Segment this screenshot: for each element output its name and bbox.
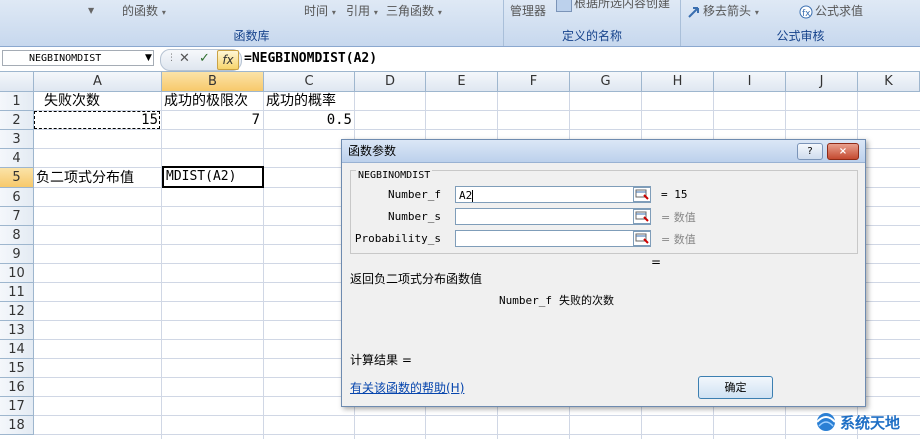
ribbon-button-evaluate-formula[interactable]: fx 公式求值: [799, 2, 863, 19]
cell-c2[interactable]: 0.5: [264, 111, 352, 130]
arg-input-number-s[interactable]: [455, 208, 651, 225]
row-header-4[interactable]: 4: [0, 149, 34, 168]
grip-icon: ⋮: [167, 53, 176, 63]
cell-b2[interactable]: 7: [162, 111, 260, 130]
column-header-i[interactable]: I: [714, 72, 786, 92]
gridline: [263, 92, 264, 439]
argument-help: Number_f 失败的次数: [499, 294, 614, 307]
row-header-15[interactable]: 15: [0, 359, 34, 378]
chevron-down-icon[interactable]: ▼: [88, 2, 94, 16]
watermark-text: 系统天地: [840, 414, 901, 432]
ribbon-group-defined-names: 管理器 根据所选内容创建 定义的名称: [504, 0, 681, 46]
row-header-1[interactable]: 1: [0, 92, 34, 111]
cell-b5-active[interactable]: MDIST(A2): [162, 166, 264, 188]
function-arguments-dialog: 函数参数 ? × NEGBINOMDIST Number_f A2 = 15 N…: [341, 139, 866, 407]
formula-bar: NEGBINOMDIST ▼ ⋮ ✕ ✓ fx =NEGBINOMDIST(A2…: [0, 47, 920, 72]
row-header-11[interactable]: 11: [0, 283, 34, 302]
ribbon-group-function-library: ▼ 的函数 ▾ 时间 ▾ 引用 ▾ 三角函数 ▾ 函数库: [0, 0, 504, 46]
ok-button[interactable]: 确定: [698, 376, 773, 399]
arg-result-probability-s: = 数值: [661, 233, 696, 246]
ribbon-group-caption: 函数库: [233, 29, 270, 43]
formula-input[interactable]: =NEGBINOMDIST(A2): [244, 50, 920, 68]
row-header-6[interactable]: 6: [0, 188, 34, 207]
column-header-k[interactable]: K: [858, 72, 920, 92]
cell-c1[interactable]: 成功的概率: [266, 92, 366, 111]
column-header-a[interactable]: A: [34, 72, 162, 92]
column-header-h[interactable]: H: [642, 72, 714, 92]
ribbon-button-remove-arrows[interactable]: 移去箭头 ▾: [687, 2, 759, 19]
ribbon-button-create-from-selection[interactable]: 根据所选内容创建: [556, 0, 670, 12]
row-header-5[interactable]: 5: [0, 168, 34, 188]
dialog-title: 函数参数: [342, 140, 865, 163]
ribbon-button-lookup[interactable]: 引用 ▾: [346, 2, 378, 19]
svg-text:fx: fx: [802, 9, 811, 19]
insert-function-icon[interactable]: fx: [217, 50, 239, 70]
name-box[interactable]: NEGBINOMDIST: [2, 50, 154, 66]
watermark-globe-icon: [816, 413, 836, 431]
cell-a5[interactable]: 负二项式分布值: [36, 169, 162, 188]
remove-arrows-icon: [687, 5, 701, 19]
close-icon[interactable]: ×: [827, 143, 859, 160]
cancel-icon[interactable]: ✕: [179, 51, 190, 66]
cell-a2[interactable]: 15: [34, 111, 160, 129]
select-all-corner[interactable]: [0, 72, 34, 92]
ribbon-group-caption: 公式审核: [776, 29, 825, 43]
row-header-9[interactable]: 9: [0, 245, 34, 264]
formula-result-label: 计算结果 =: [350, 353, 412, 367]
collapse-dialog-icon[interactable]: [633, 209, 651, 224]
row-header-18[interactable]: 18: [0, 416, 34, 435]
ribbon-group-caption: 定义的名称: [561, 29, 622, 43]
enter-icon[interactable]: ✓: [199, 51, 210, 66]
arg-label-number-f: Number_f: [388, 188, 441, 201]
cell-b1[interactable]: 成功的极限次: [164, 92, 264, 111]
formula-buttons: ⋮ ✕ ✓ fx: [160, 49, 242, 71]
arg-value-text: A2: [459, 189, 473, 202]
function-description: 返回负二项式分布函数值: [350, 272, 483, 286]
column-header-g[interactable]: G: [570, 72, 642, 92]
row-header-2[interactable]: 2: [0, 111, 34, 130]
column-header-e[interactable]: E: [426, 72, 498, 92]
ribbon-group-formula-auditing: 移去箭头 ▾ fx 公式求值 公式审核: [681, 0, 920, 46]
arg-label-number-s: Number_s: [388, 210, 441, 223]
column-header-c[interactable]: C: [264, 72, 355, 92]
column-header-j[interactable]: J: [786, 72, 858, 92]
function-help-link[interactable]: 有关该函数的帮助(H): [350, 379, 464, 396]
row-header-13[interactable]: 13: [0, 321, 34, 340]
create-names-icon: [556, 0, 572, 12]
row-header-17[interactable]: 17: [0, 397, 34, 416]
column-header-f[interactable]: F: [498, 72, 570, 92]
gridline: [34, 434, 920, 435]
ribbon-button-name-manager[interactable]: 管理器: [510, 2, 546, 19]
function-name-legend: NEGBINOMDIST: [356, 170, 433, 181]
column-header-b[interactable]: B: [162, 72, 264, 92]
collapse-dialog-icon[interactable]: [633, 187, 651, 202]
evaluate-formula-icon: fx: [799, 5, 813, 19]
column-header-d[interactable]: D: [355, 72, 426, 92]
row-header-7[interactable]: 7: [0, 207, 34, 226]
arg-result-number-f: = 15: [661, 188, 688, 201]
row-header-14[interactable]: 14: [0, 340, 34, 359]
gridline: [161, 92, 162, 439]
ribbon: ▼ 的函数 ▾ 时间 ▾ 引用 ▾ 三角函数 ▾ 函数库 管理器 根据所选内容创…: [0, 0, 920, 47]
arg-input-probability-s[interactable]: [455, 230, 651, 247]
overall-result-eq: =: [651, 255, 662, 269]
ribbon-button-math[interactable]: 三角函数 ▾: [386, 2, 442, 19]
help-icon[interactable]: ?: [797, 143, 823, 160]
ribbon-button-functions[interactable]: 的函数 ▾: [122, 2, 166, 19]
row-header-12[interactable]: 12: [0, 302, 34, 321]
collapse-dialog-icon[interactable]: [633, 231, 651, 246]
gridline: [34, 415, 920, 416]
arg-input-number-f[interactable]: A2: [455, 186, 651, 203]
row-header-8[interactable]: 8: [0, 226, 34, 245]
row-header-3[interactable]: 3: [0, 130, 34, 149]
arguments-group: Number_f A2 = 15 Number_s = 数值 Probabili…: [350, 170, 858, 254]
arg-label-probability-s: Probability_s: [354, 232, 441, 245]
text-cursor: [472, 190, 474, 202]
chevron-down-icon[interactable]: ▼: [145, 53, 152, 63]
cell-a1[interactable]: 失败次数: [44, 92, 100, 111]
row-header-10[interactable]: 10: [0, 264, 34, 283]
row-header-16[interactable]: 16: [0, 378, 34, 397]
ribbon-button-datetime[interactable]: 时间 ▾: [304, 2, 336, 19]
arg-result-number-s: = 数值: [661, 211, 696, 224]
